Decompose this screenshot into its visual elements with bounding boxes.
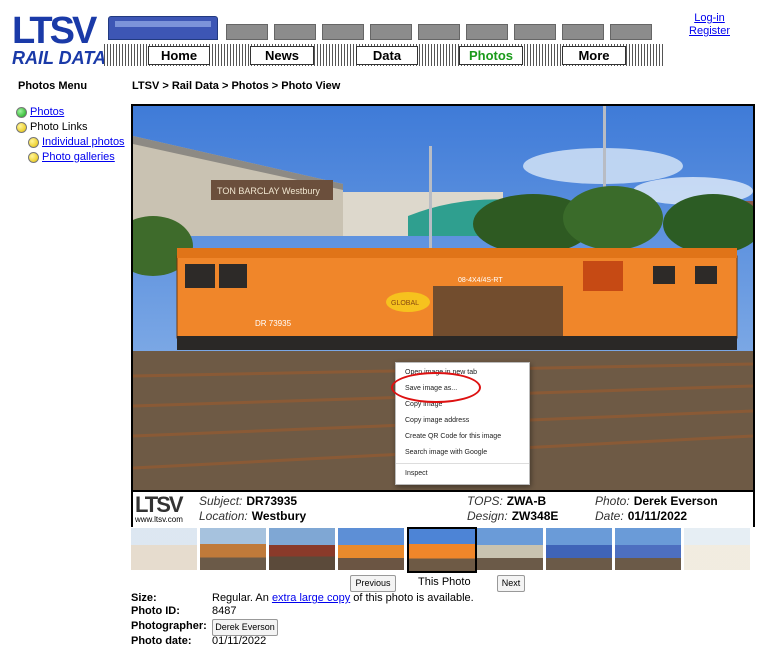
yellow-bullet-icon	[28, 137, 39, 148]
caption-logo: LTSV	[135, 492, 184, 517]
sidebar-item-photo-galleries[interactable]: Photo galleries	[16, 150, 125, 165]
thumbnail[interactable]	[269, 528, 335, 570]
extra-large-link[interactable]: extra large copy	[272, 592, 350, 604]
size-value: Regular. An extra large copy of this pho…	[212, 592, 474, 604]
highlight-circle	[391, 372, 481, 403]
nav-news[interactable]: News	[250, 46, 314, 65]
caption-subject: Subject: DR73935	[199, 494, 298, 508]
thumbnail[interactable]	[131, 528, 197, 570]
rail-data-title: RAIL DATA	[12, 48, 106, 68]
yellow-bullet-icon	[16, 122, 27, 133]
ctx-search-google[interactable]: Search image with Google	[405, 447, 487, 459]
thumbnail[interactable]	[338, 528, 404, 570]
wagon-graphic	[514, 24, 556, 40]
sidebar-label-photo-links: Photo Links	[30, 121, 88, 133]
previous-button[interactable]: Previous	[350, 575, 396, 592]
site-header: LTSV RAIL DATA Home News Data Photos Mor…	[0, 0, 760, 70]
nav-data[interactable]: Data	[356, 46, 418, 65]
sidebar-menu: Photos Photo Links Individual photos Pho…	[16, 105, 125, 165]
caption-design: Design: ZW348E	[467, 509, 559, 523]
photographer-label: Photographer:	[131, 620, 207, 632]
loco-number-text: DR 73935	[255, 319, 292, 328]
ctx-separator	[396, 463, 529, 464]
thumbnail[interactable]	[684, 528, 750, 570]
wagon-graphic	[322, 24, 364, 40]
ctx-inspect[interactable]: Inspect	[405, 468, 428, 480]
ctx-create-qr[interactable]: Create QR Code for this image	[405, 431, 501, 443]
yellow-bullet-icon	[28, 152, 39, 163]
nav-home[interactable]: Home	[148, 46, 210, 65]
caption-location: Location: Westbury	[199, 509, 307, 523]
wagon-graphic	[418, 24, 460, 40]
ctx-copy-image-address[interactable]: Copy image address	[405, 415, 469, 427]
caption-photographer: Photo: Derek Everson	[595, 494, 718, 508]
sidebar-link-photos[interactable]: Photos	[30, 105, 64, 120]
register-link[interactable]: Register	[689, 25, 730, 37]
thumbnail-current[interactable]	[407, 527, 477, 573]
green-bullet-icon	[16, 107, 27, 118]
photo-id-value: 8487	[212, 605, 237, 617]
account-links: Log-in Register	[689, 12, 730, 38]
sidebar-title: Photos Menu	[18, 80, 88, 92]
brand-text: GLOBAL	[391, 300, 419, 307]
building-sign-text: TON BARCLAY Westbury	[217, 186, 320, 196]
photo-date-value: 01/11/2022	[212, 635, 267, 647]
photo-frame: TON BARCLAY Westbury GLOBAL DR 73935 08-…	[131, 104, 755, 527]
side-text: 08-4X4/4S-RT	[458, 277, 503, 284]
nav-more[interactable]: More	[562, 46, 626, 65]
thumbnail[interactable]	[615, 528, 681, 570]
size-label: Size:	[131, 592, 157, 604]
photo-id-label: Photo ID:	[131, 605, 180, 617]
thumbnail[interactable]	[200, 528, 266, 570]
sidebar-link-photo-galleries[interactable]: Photo galleries	[42, 150, 115, 165]
photo-caption: LTSV www.ltsv.com Subject: DR73935 Locati…	[133, 490, 753, 527]
wagon-graphic	[274, 24, 316, 40]
sidebar-item-photos[interactable]: Photos	[16, 105, 125, 120]
wagon-graphic	[370, 24, 412, 40]
next-button[interactable]: Next	[497, 575, 525, 592]
wagon-graphic	[562, 24, 604, 40]
wagon-graphic	[610, 24, 652, 40]
caption-site: www.ltsv.com	[135, 515, 183, 524]
wagon-graphic	[226, 24, 268, 40]
breadcrumb: LTSV > Rail Data > Photos > Photo View	[132, 80, 341, 92]
thumbnail[interactable]	[546, 528, 612, 570]
sidebar-item-individual-photos[interactable]: Individual photos	[16, 135, 125, 150]
login-link[interactable]: Log-in	[694, 12, 725, 24]
header-train-graphic	[108, 16, 664, 44]
nav-photos[interactable]: Photos	[459, 46, 523, 65]
thumbnail-strip	[131, 527, 753, 573]
wagon-graphic	[466, 24, 508, 40]
thumbnail[interactable]	[477, 528, 543, 570]
sidebar-item-photo-links: Photo Links	[16, 120, 125, 135]
photo-date-label: Photo date:	[131, 635, 192, 647]
caption-date: Date: 01/11/2022	[595, 509, 688, 523]
locomotive-graphic	[108, 16, 218, 40]
main-photo[interactable]: TON BARCLAY Westbury GLOBAL DR 73935 08-…	[133, 106, 753, 490]
ltsv-logo[interactable]: LTSV	[12, 12, 97, 50]
photographer-button[interactable]: Derek Everson	[212, 619, 278, 636]
caption-tops: TOPS: ZWA-B	[467, 494, 547, 508]
sidebar-link-individual-photos[interactable]: Individual photos	[42, 135, 125, 150]
this-photo-label: This Photo	[418, 576, 471, 588]
